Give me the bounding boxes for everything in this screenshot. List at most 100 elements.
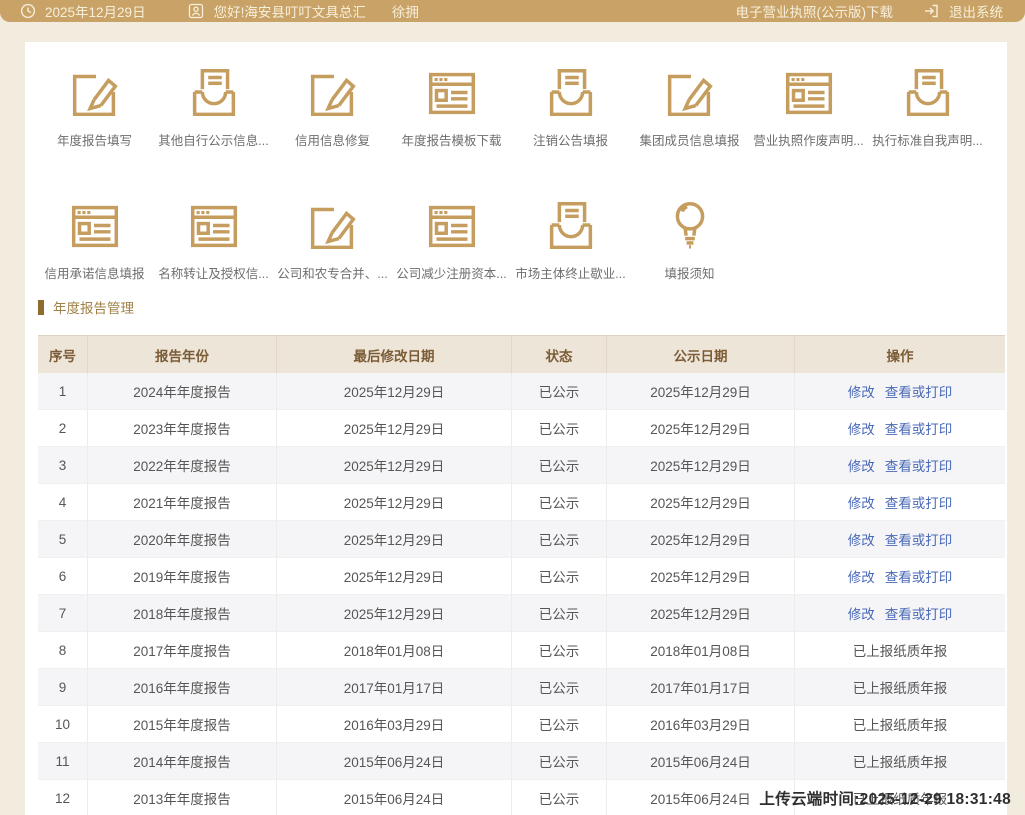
publish-date: 2017年01月17日 xyxy=(607,669,795,706)
modify-link[interactable]: 修改 xyxy=(848,381,875,401)
status-text: 已公示 xyxy=(512,558,607,595)
shortcut-label: 填报须知 xyxy=(664,263,714,282)
column-header: 最后修改日期 xyxy=(277,336,512,373)
report-year: 2019年年度报告 xyxy=(88,558,277,595)
row-number: 11 xyxy=(38,743,88,780)
edit-icon xyxy=(302,195,364,257)
table-row: 32022年年度报告2025年12月29日已公示2025年12月29日修改查看或… xyxy=(38,447,1005,484)
table-row: 102015年年度报告2016年03月29日已公示2016年03月29日已上报纸… xyxy=(38,706,1005,743)
view-print-link[interactable]: 查看或打印 xyxy=(885,381,953,401)
last-modified-date: 2025年12月29日 xyxy=(277,521,512,558)
shortcut-item[interactable]: 公司减少注册资本... xyxy=(392,195,511,282)
table-row: 82017年年度报告2018年01月08日已公示2018年01月08日已上报纸质… xyxy=(38,632,1005,669)
table-row: 22023年年度报告2025年12月29日已公示2025年12月29日修改查看或… xyxy=(38,410,1005,447)
view-print-link[interactable]: 查看或打印 xyxy=(885,418,953,438)
shortcut-item[interactable]: 年度报告模板下载 xyxy=(392,62,511,149)
report-year: 2024年年度报告 xyxy=(88,373,277,410)
publish-date: 2025年12月29日 xyxy=(607,595,795,632)
status-text: 已公示 xyxy=(512,595,607,632)
license-download-link[interactable]: 电子营业执照(公示版)下载 xyxy=(736,1,894,21)
upload-time-overlay: 上传云端时间:2025-12-29 18:31:48 xyxy=(759,787,1011,809)
username-text: 徐拥 xyxy=(392,1,419,21)
shortcut-label: 名称转让及授权信... xyxy=(158,263,268,282)
shortcut-item[interactable]: 营业执照作废声明... xyxy=(749,62,868,149)
modify-link[interactable]: 修改 xyxy=(848,455,875,475)
edit-icon xyxy=(64,62,126,124)
publish-date: 2025年12月29日 xyxy=(607,373,795,410)
view-print-link[interactable]: 查看或打印 xyxy=(885,566,953,586)
inbox-icon xyxy=(897,62,959,124)
status-text: 已公示 xyxy=(512,521,607,558)
shortcut-item[interactable]: 信用承诺信息填报 xyxy=(35,195,154,282)
browser-icon xyxy=(64,195,126,257)
view-print-link[interactable]: 查看或打印 xyxy=(885,492,953,512)
shortcut-item[interactable]: 其他自行公示信息... xyxy=(154,62,273,149)
shortcut-item[interactable]: 市场主体终止歇业... xyxy=(511,195,630,282)
shortcut-item[interactable]: 公司和农专合并、... xyxy=(273,195,392,282)
shortcut-item[interactable]: 名称转让及授权信... xyxy=(154,195,273,282)
actions-cell: 已上报纸质年报 xyxy=(795,669,1005,706)
logout-link[interactable]: 退出系统 xyxy=(949,1,1003,21)
shortcut-label: 年度报告模板下载 xyxy=(401,130,501,149)
status-text: 已公示 xyxy=(512,447,607,484)
modify-link[interactable]: 修改 xyxy=(848,418,875,438)
inbox-icon xyxy=(540,195,602,257)
last-modified-date: 2025年12月29日 xyxy=(277,410,512,447)
table-row: 12024年年度报告2025年12月29日已公示2025年12月29日修改查看或… xyxy=(38,373,1005,410)
row-number: 12 xyxy=(38,780,88,815)
bulb-icon xyxy=(659,195,721,257)
actions-cell: 修改查看或打印 xyxy=(795,558,1005,595)
actions-cell: 修改查看或打印 xyxy=(795,595,1005,632)
shortcut-item[interactable]: 信用信息修复 xyxy=(273,62,392,149)
shortcut-item[interactable]: 执行标准自我声明... xyxy=(868,62,987,149)
section-marker xyxy=(38,300,44,315)
user-icon xyxy=(188,3,204,19)
publish-date: 2025年12月29日 xyxy=(607,447,795,484)
modify-link[interactable]: 修改 xyxy=(848,492,875,512)
paper-report-submitted-text: 已上报纸质年报 xyxy=(853,677,948,697)
modify-link[interactable]: 修改 xyxy=(848,603,875,623)
view-print-link[interactable]: 查看或打印 xyxy=(885,529,953,549)
shortcut-label: 集团成员信息填报 xyxy=(639,130,739,149)
shortcut-row-2: 信用承诺信息填报 名称转让及授权信... 公司和农专合并、... xyxy=(25,195,1007,282)
shortcut-label: 市场主体终止歇业... xyxy=(515,263,625,282)
publish-date: 2016年03月29日 xyxy=(607,706,795,743)
view-print-link[interactable]: 查看或打印 xyxy=(885,455,953,475)
publish-date: 2025年12月29日 xyxy=(607,521,795,558)
status-text: 已公示 xyxy=(512,743,607,780)
last-modified-date: 2025年12月29日 xyxy=(277,558,512,595)
modify-link[interactable]: 修改 xyxy=(848,529,875,549)
main-panel: 年度报告填写 其他自行公示信息... 信用信息修复 年度报告模板下载 xyxy=(25,42,1007,815)
table-header-row: 序号报告年份最后修改日期状态公示日期操作 xyxy=(38,335,1005,373)
greeting-text: 您好!海安县叮叮文具总汇 xyxy=(214,1,366,21)
modify-link[interactable]: 修改 xyxy=(848,566,875,586)
publish-date: 2015年06月24日 xyxy=(607,743,795,780)
last-modified-date: 2018年01月08日 xyxy=(277,632,512,669)
edit-icon xyxy=(659,62,721,124)
actions-cell: 修改查看或打印 xyxy=(795,484,1005,521)
publish-date: 2025年12月29日 xyxy=(607,410,795,447)
status-text: 已公示 xyxy=(512,410,607,447)
last-modified-date: 2025年12月29日 xyxy=(277,595,512,632)
shortcut-item[interactable]: 集团成员信息填报 xyxy=(630,62,749,149)
shortcut-item[interactable]: 注销公告填报 xyxy=(511,62,630,149)
table-row: 72018年年度报告2025年12月29日已公示2025年12月29日修改查看或… xyxy=(38,595,1005,632)
section-header: 年度报告管理 xyxy=(38,297,134,317)
logout-icon[interactable] xyxy=(923,3,939,19)
status-text: 已公示 xyxy=(512,780,607,815)
shortcut-item[interactable]: 年度报告填写 xyxy=(35,62,154,149)
table-row: 52020年年度报告2025年12月29日已公示2025年12月29日修改查看或… xyxy=(38,521,1005,558)
report-year: 2015年年度报告 xyxy=(88,706,277,743)
publish-date: 2018年01月08日 xyxy=(607,632,795,669)
shortcut-label: 公司减少注册资本... xyxy=(396,263,506,282)
shortcut-label: 执行标准自我声明... xyxy=(872,130,982,149)
table-body: 12024年年度报告2025年12月29日已公示2025年12月29日修改查看或… xyxy=(38,373,1005,815)
last-modified-date: 2015年06月24日 xyxy=(277,780,512,815)
shortcut-item[interactable]: 填报须知 xyxy=(630,195,749,282)
last-modified-date: 2015年06月24日 xyxy=(277,743,512,780)
row-number: 9 xyxy=(38,669,88,706)
topbar: 2025年12月29日 您好!海安县叮叮文具总汇 徐拥 电子营业执照(公示版)下… xyxy=(0,0,1025,22)
last-modified-date: 2025年12月29日 xyxy=(277,447,512,484)
view-print-link[interactable]: 查看或打印 xyxy=(885,603,953,623)
publish-date: 2025年12月29日 xyxy=(607,558,795,595)
